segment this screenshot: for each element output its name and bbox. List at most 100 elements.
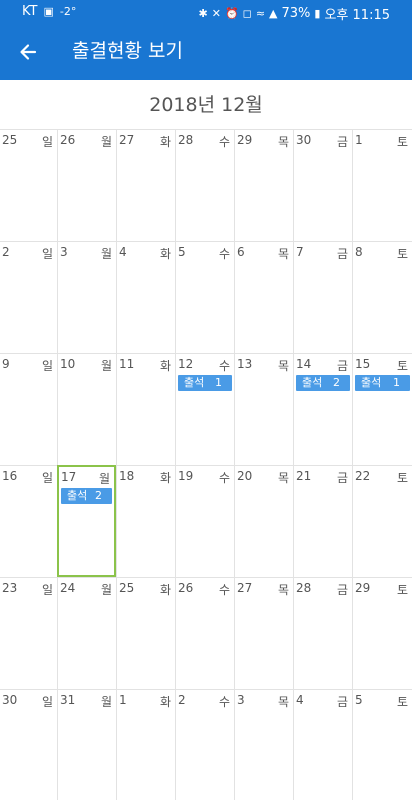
calendar-day-cell[interactable]: 19 수 (175, 465, 234, 577)
signal-icon: ▲ (269, 7, 278, 20)
day-number: 4 (119, 245, 127, 259)
calendar-day-cell[interactable]: 8토 (352, 241, 412, 353)
month-label: 2018년 12월 (149, 94, 263, 116)
calendar-day-cell[interactable]: 5수 (175, 241, 234, 353)
calendar-day-cell[interactable]: 22 토 (352, 465, 412, 577)
calendar-day-cell[interactable]: 7금 (293, 241, 352, 353)
day-number: 1 (355, 133, 363, 147)
day-of-week-label: 수 (218, 359, 230, 373)
clock: 오후 11:15 (324, 8, 390, 23)
day-of-week-label: 목 (277, 583, 289, 597)
attendance-event-chip[interactable]: 출석 1 (355, 375, 410, 391)
calendar-day-cell[interactable]: 31 월 (57, 689, 116, 800)
day-number: 26 (178, 581, 194, 595)
day-number: 21 (296, 469, 312, 483)
day-number: 20 (237, 469, 253, 483)
calendar-day-cell[interactable]: 16 일 (0, 465, 57, 577)
event-count: 2 (95, 489, 102, 502)
hd-icon: ◻ (242, 7, 252, 20)
event-count: 1 (215, 376, 222, 389)
day-of-week-label: 금 (336, 695, 348, 709)
calendar-day-cell[interactable]: 4화 (116, 241, 175, 353)
day-of-week-label: 화 (159, 583, 171, 597)
calendar-day-cell[interactable]: 2수 (175, 689, 234, 800)
day-number: 29 (237, 133, 253, 147)
day-of-week-label: 화 (159, 695, 171, 709)
app-bar: 출결현황 보기 (0, 24, 412, 80)
day-number: 15 (355, 357, 371, 371)
event-label: 출석 (361, 376, 382, 389)
day-of-week-label: 금 (336, 359, 348, 373)
calendar-day-cell[interactable]: 28 수 (175, 129, 234, 241)
calendar-day-cell[interactable]: 14 금 출석 2 (293, 353, 352, 465)
day-number: 31 (60, 693, 76, 707)
battery-level: 73% (281, 6, 311, 21)
calendar-day-cell[interactable]: 10 월 (57, 353, 116, 465)
calendar-day-cell[interactable]: 12 수 출석 1 (175, 353, 234, 465)
day-of-week-label: 화 (159, 135, 171, 149)
attendance-event-chip[interactable]: 출석 2 (61, 488, 112, 504)
calendar-day-cell[interactable]: 25 화 (116, 577, 175, 689)
calendar-day-cell[interactable]: 30 금 (293, 129, 352, 241)
calendar-day-cell[interactable]: 4금 (293, 689, 352, 800)
day-of-week-label: 목 (277, 471, 289, 485)
calendar-day-cell[interactable]: 23 일 (0, 577, 57, 689)
day-number: 30 (296, 133, 312, 147)
calendar-day-cell[interactable]: 18 화 (116, 465, 175, 577)
calendar-day-cell[interactable]: 17 월출석 2 (57, 465, 116, 577)
calendar-day-cell[interactable]: 20 목 (234, 465, 293, 577)
calendar-day-cell[interactable]: 29 토 (352, 577, 412, 689)
calendar-day-cell[interactable]: 26 수 (175, 577, 234, 689)
day-number: 10 (60, 357, 76, 371)
calendar-day-cell[interactable]: 3월 (57, 241, 116, 353)
event-count: 1 (393, 376, 400, 389)
day-number: 8 (355, 245, 363, 259)
calendar-day-cell[interactable]: 2일 (0, 241, 57, 353)
status-bar: KT ▣ -2° ✱ ✕ ⏰ ◻ ≈ ▲ 73% ▮ 오후 11:15 (0, 0, 412, 24)
day-number: 2 (178, 693, 186, 707)
day-number: 7 (296, 245, 304, 259)
calendar-day-cell[interactable]: 13 목 (234, 353, 293, 465)
calendar-day-cell[interactable]: 5토 (352, 689, 412, 800)
day-of-week-label: 일 (41, 135, 53, 149)
attendance-event-chip[interactable]: 출석 2 (296, 375, 350, 391)
calendar-day-cell[interactable]: 27 화 (116, 129, 175, 241)
day-number: 28 (178, 133, 194, 147)
day-of-week-label: 화 (159, 247, 171, 261)
day-of-week-label: 월 (98, 472, 110, 486)
calendar-day-cell[interactable]: 24 월 (57, 577, 116, 689)
day-number: 26 (60, 133, 76, 147)
calendar-day-cell[interactable]: 1토 (352, 129, 412, 241)
calendar-day-cell[interactable]: 11 화 (116, 353, 175, 465)
day-of-week-label: 목 (277, 247, 289, 261)
day-number: 5 (355, 693, 363, 707)
day-number: 28 (296, 581, 312, 595)
day-of-week-label: 토 (396, 247, 408, 261)
day-number: 23 (2, 581, 18, 595)
day-of-week-label: 금 (336, 247, 348, 261)
day-of-week-label: 화 (159, 359, 171, 373)
day-number: 9 (2, 357, 10, 371)
back-button[interactable] (10, 34, 46, 70)
event-label: 출석 (302, 376, 323, 389)
calendar-day-cell[interactable]: 30 일 (0, 689, 57, 800)
day-number: 30 (2, 693, 18, 707)
day-number: 17 (61, 470, 77, 484)
calendar-grid: 25 일 26 월 27 화 28 수 29 목 30 금 1 토 2 일 3 월 4 화 5 수 6 목 7 금 8 토 9 일 10 월 1… (0, 129, 412, 800)
calendar-day-cell[interactable]: 25 일 (0, 129, 57, 241)
calendar-day-cell[interactable]: 28 금 (293, 577, 352, 689)
calendar-day-cell[interactable]: 29 목 (234, 129, 293, 241)
attendance-event-chip[interactable]: 출석 1 (178, 375, 232, 391)
day-of-week-label: 토 (396, 695, 408, 709)
calendar-day-cell[interactable]: 6목 (234, 241, 293, 353)
status-bar-left: KT ▣ -2° (22, 4, 76, 19)
calendar-day-cell[interactable]: 1화 (116, 689, 175, 800)
calendar-day-cell[interactable]: 26 월 (57, 129, 116, 241)
calendar-day-cell[interactable]: 3목 (234, 689, 293, 800)
temperature-label: -2° (59, 5, 77, 18)
day-of-week-label: 일 (41, 247, 53, 261)
calendar-day-cell[interactable]: 27 목 (234, 577, 293, 689)
calendar-day-cell[interactable]: 21 금 (293, 465, 352, 577)
calendar-day-cell[interactable]: 9일 (0, 353, 57, 465)
calendar-day-cell[interactable]: 15 토 출석 1 (352, 353, 412, 465)
